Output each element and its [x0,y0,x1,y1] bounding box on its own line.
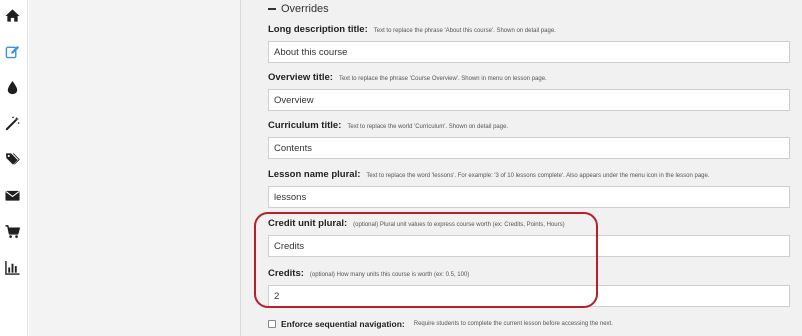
drop-icon [7,80,17,94]
bar-chart-icon [4,260,20,275]
field-help-text: (optional) How many units this course is… [309,272,470,278]
credits-input[interactable] [268,285,790,307]
magic-wand-icon [5,116,19,130]
field-label: Overview title: [268,72,333,83]
field-help-text: Text to replace the phrase 'Course Overv… [338,76,547,82]
field-label-row: Curriculum title: Text to replace the wo… [268,120,790,131]
long-description-title-field: Long description title: Text to replace … [268,24,790,63]
field-label-row: Overview title: Text to replace the phra… [268,72,790,83]
sidebar-item-magic[interactable] [3,114,21,132]
overrides-section-header[interactable]: Overrides [268,3,329,15]
tags-icon [5,152,20,165]
cart-icon [4,224,20,238]
field-help-text: (optional) Plural unit values to express… [353,222,565,228]
enforce-sequential-navigation-row: Enforce sequential navigation: Require s… [268,319,613,329]
field-label: Lesson name plural: [268,169,361,180]
lesson-name-plural-input[interactable] [268,186,790,208]
sidebar [0,0,28,336]
long-description-title-input[interactable] [268,41,790,63]
overview-title-field: Overview title: Text to replace the phra… [268,72,790,111]
field-label: Credit unit plural: [268,218,348,229]
sidebar-item-cart[interactable] [3,222,21,240]
sidebar-item-mail[interactable] [3,186,21,204]
enforce-sequential-checkbox[interactable] [268,320,276,328]
curriculum-title-input[interactable] [268,137,790,159]
curriculum-title-field: Curriculum title: Text to replace the wo… [268,120,790,159]
sidebar-item-drop[interactable] [3,78,21,96]
field-label-row: Long description title: Text to replace … [268,24,790,35]
field-label: Long description title: [268,24,368,35]
field-label: Curriculum title: [268,120,342,131]
content-gutter [29,0,240,336]
sidebar-item-home[interactable] [3,6,21,24]
field-label: Credits: [268,268,304,279]
collapse-minus-icon[interactable] [268,8,276,10]
edit-icon [5,45,19,58]
checkbox-help-text: Require students to complete the current… [413,321,613,327]
field-label-row: Lesson name plural: Text to replace the … [268,169,790,180]
overrides-title: Overrides [281,3,329,15]
sidebar-item-reports[interactable] [3,258,21,276]
field-help-text: Text to replace the phrase 'About this c… [373,28,556,34]
field-label-row: Credit unit plural: (optional) Plural un… [268,218,790,229]
overview-title-input[interactable] [268,89,790,111]
sidebar-item-edit[interactable] [3,42,21,60]
field-help-text: Text to replace the world 'Curriculum'. … [347,124,509,130]
credit-unit-plural-input[interactable] [268,235,790,257]
checkbox-label: Enforce sequential navigation: [281,319,405,329]
sidebar-item-tags[interactable] [3,150,21,168]
credits-field: Credits: (optional) How many units this … [268,268,790,307]
credit-unit-plural-field: Credit unit plural: (optional) Plural un… [268,218,790,257]
envelope-icon [4,190,20,201]
field-help-text: Text to replace the word 'lessons'. For … [366,173,710,179]
lesson-name-plural-field: Lesson name plural: Text to replace the … [268,169,790,208]
field-label-row: Credits: (optional) How many units this … [268,268,790,279]
home-icon [4,8,20,22]
